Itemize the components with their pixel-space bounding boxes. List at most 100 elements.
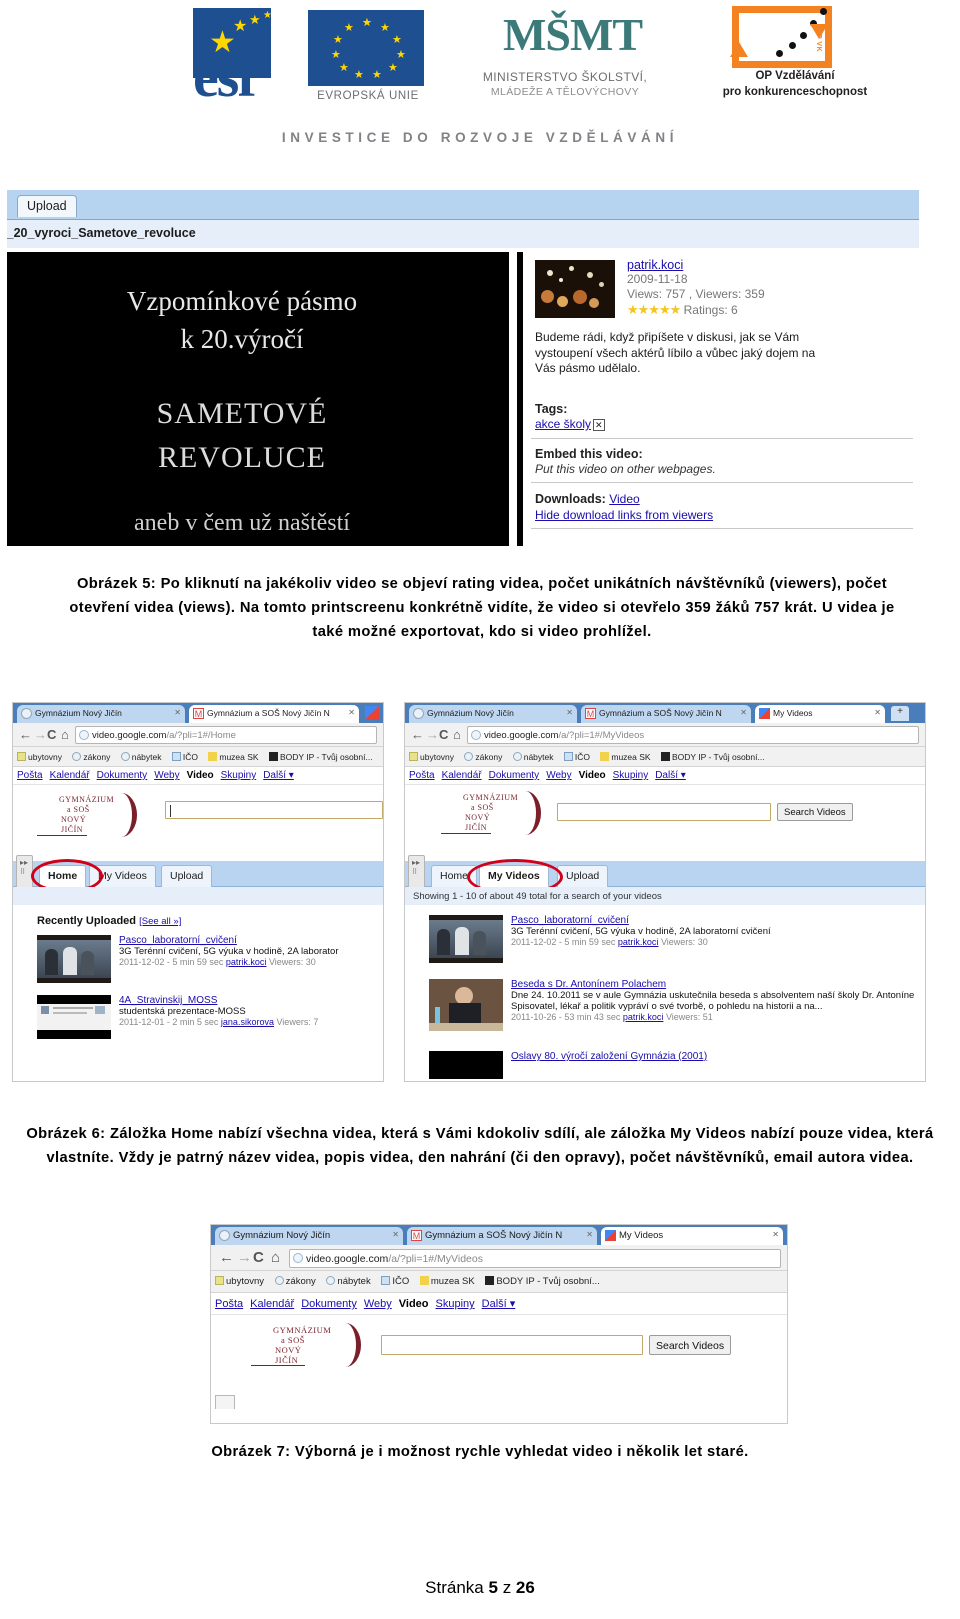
gbar-dalsi[interactable]: Další ▾ [263,770,294,781]
video-author-link[interactable]: jana.sikorova [221,1017,274,1027]
search-videos-button[interactable]: Search Videos [777,803,853,821]
bookmark-nabytek[interactable]: nábytek [512,752,554,762]
browser-tab-3[interactable]: My Videos ✕ [601,1227,783,1245]
search-input[interactable] [381,1335,643,1355]
bookmark-zakony[interactable]: zákony [274,1276,316,1287]
gbar-skupiny[interactable]: Skupiny [436,1298,475,1310]
bookmark-zakony[interactable]: zákony [72,752,110,762]
video-title-link[interactable]: Pasco_laboratorní_cvičení [511,915,629,926]
bookmark-ico[interactable]: IČO [563,752,590,762]
bookmark-ubytovny[interactable]: ubytovny [215,1276,264,1287]
forward-icon[interactable]: → [237,1249,252,1266]
video-author-link[interactable]: patrik.koci [618,937,659,947]
video-thumbnail[interactable] [429,979,503,1031]
close-icon[interactable]: ✕ [874,708,881,717]
tab-upload[interactable]: Upload [557,865,609,887]
close-icon[interactable]: ✕ [348,708,355,717]
see-all-link[interactable]: [See all »] [139,916,181,927]
upload-tab[interactable]: Upload [17,195,77,217]
gbar-kalendar[interactable]: Kalendář [442,770,482,781]
gbar-dokumenty[interactable]: Dokumenty [97,770,148,781]
search-videos-button[interactable]: Search Videos [649,1335,732,1355]
tab-upload[interactable]: Upload [161,865,213,887]
browser-tab-2[interactable]: M Gymnázium a SOŠ Nový Jičín N ✕ [189,705,359,723]
video-thumbnail[interactable] [37,995,111,1039]
bookmark-ubytovny[interactable]: ubytovny [409,752,454,762]
home-icon[interactable]: ⌂ [271,1249,280,1266]
gbar-dokumenty[interactable]: Dokumenty [301,1298,357,1310]
back-icon[interactable]: ← [219,1249,234,1266]
list-item[interactable]: Pasco_laboratorní_cvičení 3G Terénní cvi… [429,915,919,967]
address-bar[interactable]: video.google.com/a/?pli=1#/MyVideos [289,1249,781,1268]
close-icon[interactable]: ✕ [174,708,181,717]
reload-icon[interactable]: C [47,727,56,742]
gbar-weby[interactable]: Weby [364,1298,392,1310]
bookmark-ico[interactable]: IČO [171,752,198,762]
uploader-link[interactable]: patrik.koci [627,258,683,272]
bookmark-ico[interactable]: IČO [381,1276,409,1287]
video-title-link[interactable]: Pasco_laboratorní_cvičení [119,935,237,946]
video-player[interactable]: Vzpomínkové pásmo k 20.výročí SAMETOVÉ R… [7,252,509,546]
close-icon[interactable]: ✕ [586,1230,593,1239]
list-item[interactable]: Oslavy 80. výročí založení Gymnázia (200… [429,1051,919,1081]
new-tab-button[interactable]: + [891,706,909,721]
gbar-skupiny[interactable]: Skupiny [221,770,257,781]
close-icon[interactable]: ✕ [740,708,747,717]
gbar-weby[interactable]: Weby [546,770,571,781]
bookmark-muzea[interactable]: muzea SK [208,752,259,762]
home-icon[interactable]: ⌂ [453,727,461,742]
browser-tab-1[interactable]: Gymnázium Nový Jičín ✕ [17,705,185,723]
address-bar[interactable]: video.google.com/a/?pli=1#/Home [75,726,377,744]
gbar-kalendar[interactable]: Kalendář [50,770,90,781]
search-input[interactable] [557,803,771,821]
bookmark-muzea[interactable]: muzea SK [419,1276,475,1287]
list-item[interactable]: 4A_Stravinskij_MOSS studentská prezentac… [37,995,377,1047]
browser-tab-3[interactable]: My Videos ✕ [755,705,885,723]
forward-icon[interactable]: → [34,727,47,742]
video-author-link[interactable]: patrik.koci [623,1012,664,1022]
browser-tab-2[interactable]: M Gymnázium a SOŠ Nový Jičín N ✕ [407,1227,597,1245]
bookmark-bodyip[interactable]: BODY IP - Tvůj osobní... [660,752,765,762]
close-icon[interactable]: ✕ [772,1230,779,1239]
browser-tab-1[interactable]: Gymnázium Nový Jičín ✕ [215,1227,403,1245]
list-item[interactable]: Pasco_laboratorní_cvičení 3G Terénní cvi… [37,935,377,987]
bookmark-bodyip[interactable]: BODY IP - Tvůj osobní... [485,1276,600,1287]
downloads-video-link[interactable]: Video [609,492,639,506]
bookmark-ubytovny[interactable]: ubytovny [17,752,62,762]
list-item[interactable]: Beseda s Dr. Antonínem Polachem Dne 24. … [429,979,919,1037]
bookmark-bodyip[interactable]: BODY IP - Tvůj osobní... [268,752,373,762]
home-icon[interactable]: ⌂ [61,727,69,742]
gbar-dokumenty[interactable]: Dokumenty [489,770,540,781]
video-title-link[interactable]: Oslavy 80. výročí založení Gymnázia (200… [511,1051,707,1062]
video-thumbnail[interactable] [429,915,503,963]
gbar-posta[interactable]: Pošta [215,1298,243,1310]
gbar-skupiny[interactable]: Skupiny [613,770,649,781]
browser-tab-1[interactable]: Gymnázium Nový Jičín ✕ [409,705,577,723]
close-icon[interactable]: ✕ [566,708,573,717]
tag-value-link[interactable]: akce školy [535,417,591,431]
search-input[interactable] [165,801,383,819]
video-thumbnail[interactable] [429,1051,503,1079]
video-author-link[interactable]: patrik.koci [226,957,267,967]
close-icon[interactable]: ✕ [392,1230,399,1239]
gbar-dalsi[interactable]: Další ▾ [482,1298,516,1310]
google-apps-icon[interactable] [365,706,379,720]
back-icon[interactable]: ← [411,727,424,742]
bookmark-nabytek[interactable]: nábytek [326,1276,371,1287]
reload-icon[interactable]: C [253,1249,264,1266]
reload-icon[interactable]: C [439,727,448,742]
forward-icon[interactable]: → [426,727,439,742]
video-thumbnail[interactable] [37,935,111,983]
tag-remove-icon[interactable]: ✕ [593,419,605,431]
bookmark-zakony[interactable]: zákony [464,752,502,762]
browser-tab-2[interactable]: M Gymnázium a SOŠ Nový Jičín N ✕ [581,705,751,723]
gbar-posta[interactable]: Pošta [17,770,43,781]
gbar-kalendar[interactable]: Kalendář [250,1298,294,1310]
gbar-dalsi[interactable]: Další ▾ [655,770,686,781]
hide-download-links[interactable]: Hide download links from viewers [535,508,713,522]
gbar-weby[interactable]: Weby [154,770,179,781]
address-bar[interactable]: video.google.com/a/?pli=1#/MyVideos [467,726,919,744]
bookmark-nabytek[interactable]: nábytek [120,752,162,762]
bookmark-muzea[interactable]: muzea SK [600,752,651,762]
video-title-link[interactable]: Beseda s Dr. Antonínem Polachem [511,979,666,990]
